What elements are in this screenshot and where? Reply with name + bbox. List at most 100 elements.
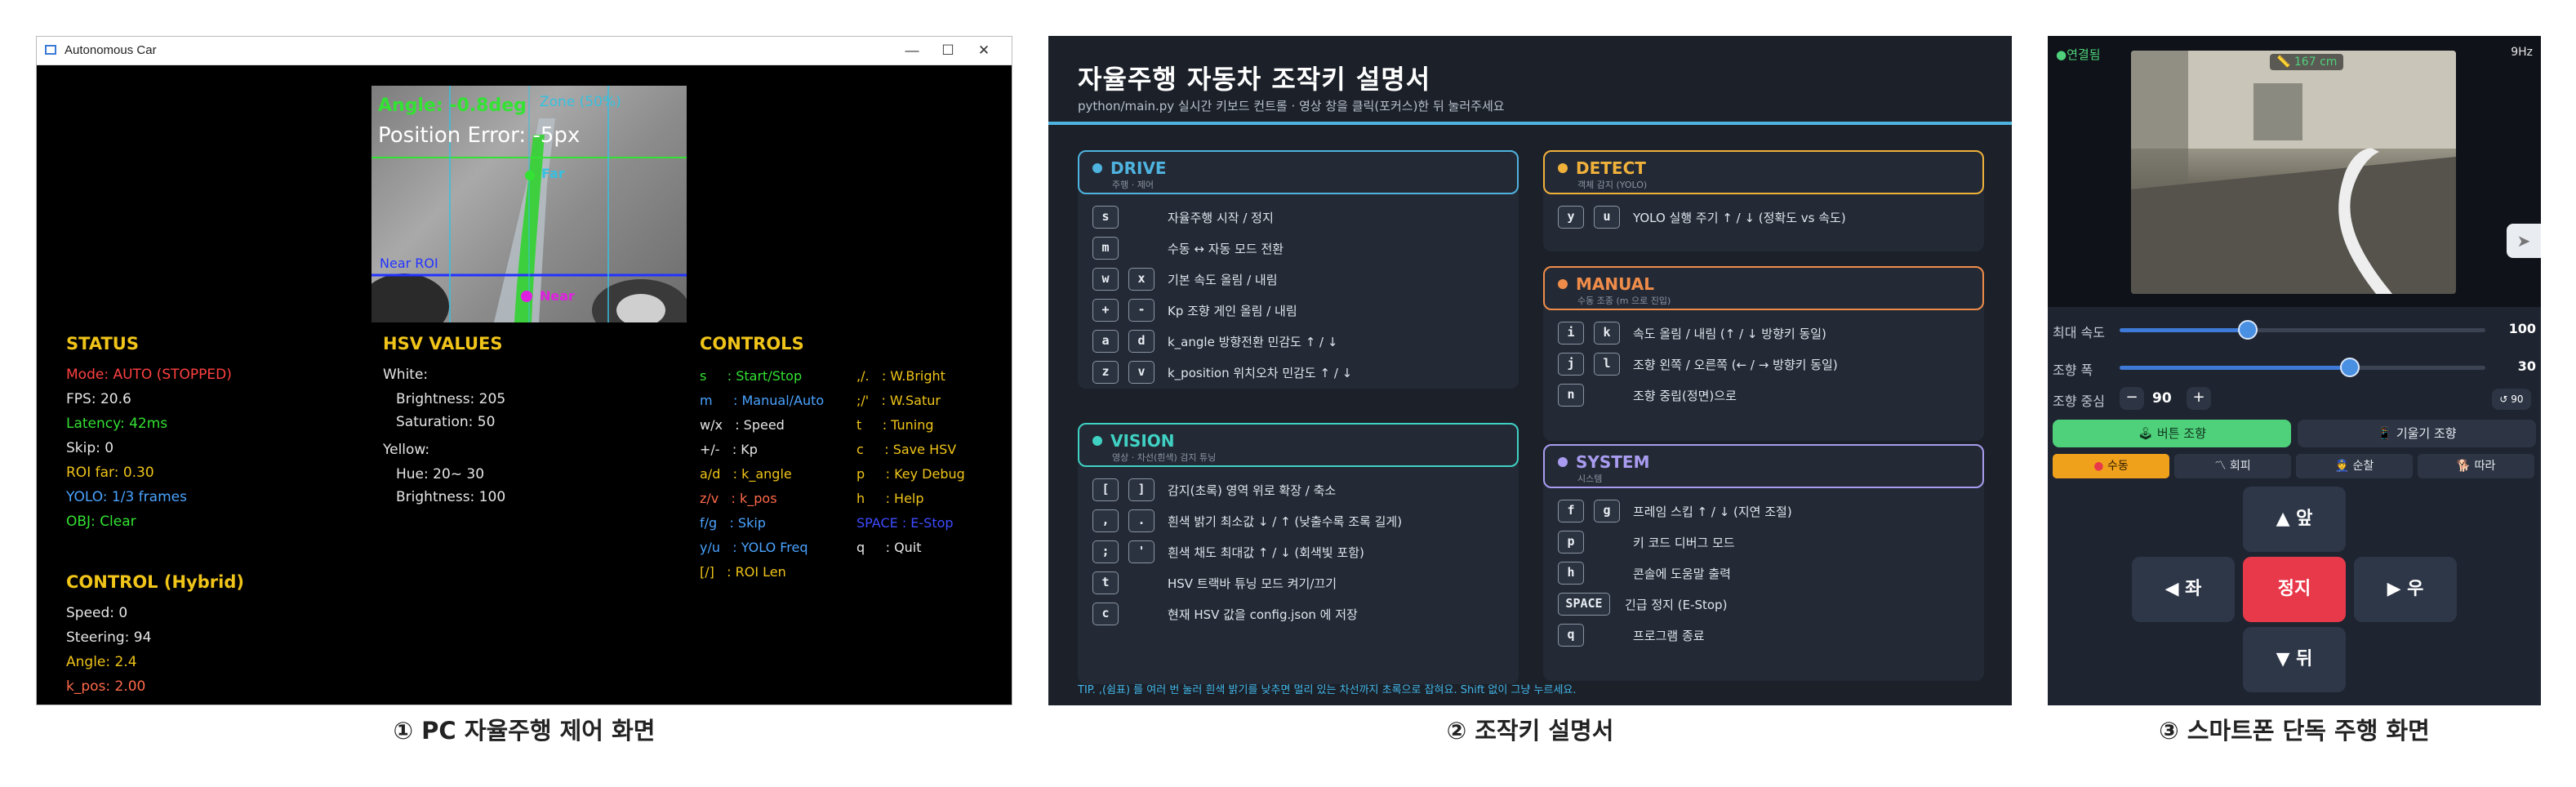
key-description: 현재 HSV 값을 config.json 에 저장 [1168, 607, 1358, 622]
key-row: c 현재 HSV 값을 config.json 에 저장 [1092, 602, 1509, 627]
slider-thumb[interactable] [2340, 358, 2360, 377]
controls-entry: SPACE : E-Stop [856, 515, 954, 531]
key-cap: j [1558, 353, 1584, 376]
key-row: i k 속도 올림 / 내림 (↑ / ↓ 방향키 동일) [1558, 322, 1974, 346]
key-manual: 자율주행 자동차 조작키 설명서 python/main.py 실시간 키보드 … [1048, 36, 2012, 705]
key-cap: a [1092, 330, 1119, 353]
card-subtitle: 객체 감지 (YOLO) [1577, 180, 1648, 190]
hsv-white-brightness: Brightness: 205 [396, 391, 506, 407]
key-row: SPACE 긴급 정지 (E-Stop) [1558, 593, 1974, 617]
zone-label: Zone (50%) [540, 94, 621, 110]
forward-button[interactable]: ▲ 앞 [2243, 487, 2346, 552]
key-row: y u YOLO 실행 주기 ↑ / ↓ (정확도 vs 속도) [1558, 206, 1974, 230]
key-row: ; ' 흰색 채도 최대값 ↑ / ↓ (회색빛 포함) [1092, 540, 1509, 565]
manual-dot-icon: ● [2093, 460, 2107, 473]
key-cap: t [1092, 571, 1119, 594]
key-description: 속도 올림 / 내림 (↑ / ↓ 방향키 동일) [1633, 327, 1826, 341]
center-plus-button[interactable]: + [2187, 387, 2211, 410]
hsv-yellow-hue: Hue: 20~ 30 [396, 466, 485, 482]
key-row: m 수동 ↔ 자동 모드 전환 [1092, 237, 1509, 261]
slider-value: 30 [2517, 358, 2536, 374]
controls-entry: z/v : k_pos [700, 491, 777, 506]
key-row: s 자율주행 시작 / 정지 [1092, 206, 1509, 230]
section-dot-icon [1558, 163, 1568, 173]
key-cap: k [1594, 322, 1620, 345]
hsv-yellow-label: Yellow: [383, 442, 430, 458]
button-steer-icon: 🕹 [2138, 426, 2157, 441]
card-subtitle: 영상 · 차선(흰색) 검지 튜닝 [1112, 452, 1217, 463]
center-reset-button[interactable]: ↺ 90 [2492, 389, 2531, 410]
key-cap: ] [1128, 478, 1155, 501]
key-description: k_position 위치오차 민감도 ↑ / ↓ [1168, 366, 1353, 380]
send-icon[interactable]: ➤ [2507, 224, 2541, 258]
key-cap: c [1092, 602, 1119, 625]
control-line: k_pos: 2.00 [66, 678, 146, 695]
mode-follow-button[interactable]: 🐕 따라 [2418, 454, 2534, 478]
status-heading: STATUS [66, 334, 139, 353]
caption-manual: ② 조작키 설명서 [1446, 717, 1614, 745]
manual-tip: TIP. ,(쉼표) 를 여러 번 눌러 흰색 밝기를 낮추면 멀리 있는 차선… [1078, 684, 1577, 696]
key-description: 콘솔에 도움말 출력 [1633, 567, 1731, 581]
phone-camera-area: ●연결됨 9Hz 📏 167 cm ➤ [2048, 36, 2541, 307]
backward-button[interactable]: ▼ 뒤 [2243, 627, 2346, 692]
key-description: 흰색 채도 최대값 ↑ / ↓ (회색빛 포함) [1168, 545, 1364, 560]
left-button[interactable]: ◀ 좌 [2132, 557, 2235, 622]
stop-button[interactable]: 정지 [2243, 557, 2346, 622]
right-button[interactable]: ▶ 우 [2354, 557, 2457, 622]
controls-entry: f/g : Skip [700, 515, 766, 531]
slider-fill [2120, 366, 2351, 370]
control-heading: CONTROL (Hybrid) [66, 572, 244, 592]
mode-follow-label: 따라 [2474, 460, 2496, 473]
near-roi-label: Near ROI [380, 256, 438, 271]
key-row: [] 감지(초록) 영역 위로 확장 / 축소 [1092, 478, 1509, 503]
distance-badge: 📏 167 cm [2270, 54, 2344, 70]
mode-avoid-button[interactable]: 〽 회피 [2174, 454, 2291, 478]
camera-view[interactable]: Angle: -0.8deg Zone (50%) Position Error… [371, 86, 687, 322]
follow-icon: 🐕 [2456, 460, 2475, 473]
key-row: w x 기본 속도 올림 / 내림 [1092, 268, 1509, 292]
hsv-white-saturation: Saturation: 50 [396, 414, 496, 430]
key-row: f g 프레임 스킵 ↑ / ↓ (지연 조절) [1558, 500, 1974, 524]
key-description: Kp 조향 게인 올림 / 내림 [1168, 304, 1297, 318]
key-cap: - [1128, 299, 1155, 322]
mode-patrol-button[interactable]: 👮 순찰 [2296, 454, 2413, 478]
ruler-icon: 📏 [2276, 56, 2294, 69]
key-row: j l 조향 왼쪽 / 오른쪽 (← / → 방향키 동일) [1558, 353, 1974, 377]
mode-manual-button[interactable]: ● 수동 [2053, 454, 2169, 478]
controls-entry: w/x : Speed [700, 417, 785, 433]
key-cap: w [1092, 268, 1119, 291]
manual-subtitle: python/main.py 실시간 키보드 컨트롤 · 영상 창을 클릭(포커… [1078, 99, 1505, 113]
key-cap: s [1092, 206, 1119, 229]
avoid-icon: 〽 [2214, 460, 2230, 473]
mode-patrol-label: 순찰 [2352, 460, 2374, 473]
tilt-steer-toggle[interactable]: 📱 기울기 조향 [2298, 420, 2536, 447]
slider-track[interactable] [2120, 320, 2485, 340]
hsv-heading: HSV VALUES [383, 334, 503, 353]
key-description: k_angle 방향전환 민감도 ↑ / ↓ [1168, 335, 1338, 349]
controls-entry: ;/' : W.Satur [856, 393, 941, 408]
controls-entry: +/- : Kp [700, 442, 758, 457]
tilt-steer-icon: 📱 [2377, 426, 2396, 441]
slider-track[interactable] [2120, 358, 2485, 377]
card-header: MANUAL 수동 조종 (m 으로 진입) [1543, 266, 1984, 310]
card-subtitle: 수동 조종 (m 으로 진입) [1577, 296, 1671, 306]
section-dot-icon [1092, 436, 1102, 446]
slider-label: 최대 속도 [2053, 325, 2105, 340]
key-description: 긴급 정지 (E-Stop) [1625, 598, 1728, 612]
angle-readout: Angle: -0.8deg [378, 96, 527, 116]
card-header: DRIVE 주행 · 제어 [1078, 150, 1519, 194]
close-button[interactable]: ✕ [968, 40, 1000, 61]
minimize-button[interactable]: — [896, 40, 928, 61]
slider-thumb[interactable] [2237, 320, 2258, 340]
key-row: z v k_position 위치오차 민감도 ↑ / ↓ [1092, 361, 1509, 385]
controls-entry: ,/. : W.Bright [856, 368, 945, 384]
key-description: 기본 속도 올림 / 내림 [1168, 273, 1278, 287]
controls-entry: p : Key Debug [856, 466, 965, 482]
key-row: h 콘솔에 도움말 출력 [1558, 562, 1974, 586]
controls-heading: CONTROLS [700, 334, 804, 353]
center-minus-button[interactable]: − [2120, 387, 2144, 410]
key-cap: n [1558, 384, 1584, 407]
button-steer-toggle[interactable]: 🕹 버튼 조향 [2053, 420, 2291, 447]
maximize-button[interactable]: ☐ [932, 40, 964, 61]
key-description: 자율주행 시작 / 정지 [1168, 211, 1274, 225]
